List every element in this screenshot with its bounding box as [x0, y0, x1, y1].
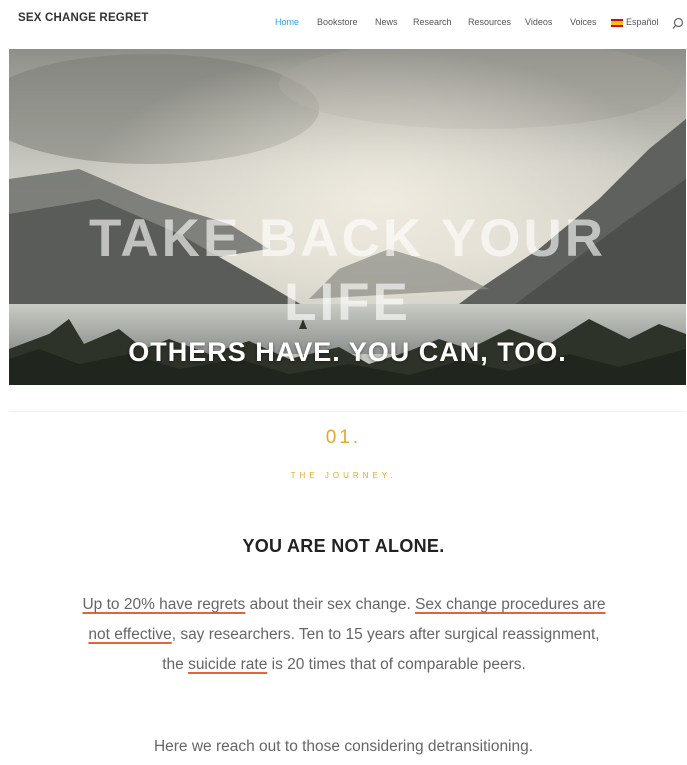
site-logo[interactable]: SEX CHANGE REGRET [18, 12, 149, 24]
suicide-rate-link[interactable]: suicide rate [188, 656, 267, 673]
nav-news[interactable]: News [375, 17, 398, 27]
nav-espanol[interactable]: Español [626, 17, 659, 27]
step-number: 01. [325, 427, 362, 448]
search-icon[interactable] [672, 17, 684, 30]
hero-banner: TAKE BACK YOUR LIFE OTHERS HAVE. YOU CAN… [9, 49, 686, 385]
hero-subtitle: OTHERS HAVE. YOU CAN, TOO. [128, 337, 567, 367]
hero-title-line1: TAKE BACK YOUR [88, 209, 607, 268]
nav-bookstore[interactable]: Bookstore [317, 17, 358, 27]
nav-home[interactable]: Home [275, 17, 299, 27]
hero-title: TAKE BACK YOUR LIFE [9, 207, 686, 335]
step-label: THE JOURNEY. [290, 471, 397, 480]
nav-resources[interactable]: Resources [468, 17, 511, 27]
intro-paragraph: Up to 20% have regrets about their sex c… [76, 590, 612, 680]
hero-title-line2: LIFE [284, 273, 411, 332]
section-heading: YOU ARE NOT ALONE. [242, 536, 445, 556]
spain-flag-icon[interactable] [611, 19, 623, 27]
section-divider [9, 411, 686, 412]
intro-text-3: is 20 times that of comparable peers. [267, 656, 526, 673]
regrets-link[interactable]: Up to 20% have regrets [82, 596, 245, 613]
intro-text-1: about their sex change. [245, 596, 416, 613]
nav-videos[interactable]: Videos [525, 17, 552, 27]
site-header: SEX CHANGE REGRET Home Bookstore News Re… [0, 0, 687, 48]
nav-voices[interactable]: Voices [570, 17, 597, 27]
outreach-paragraph: Here we reach out to those considering d… [153, 738, 534, 755]
nav-research[interactable]: Research [413, 17, 452, 27]
